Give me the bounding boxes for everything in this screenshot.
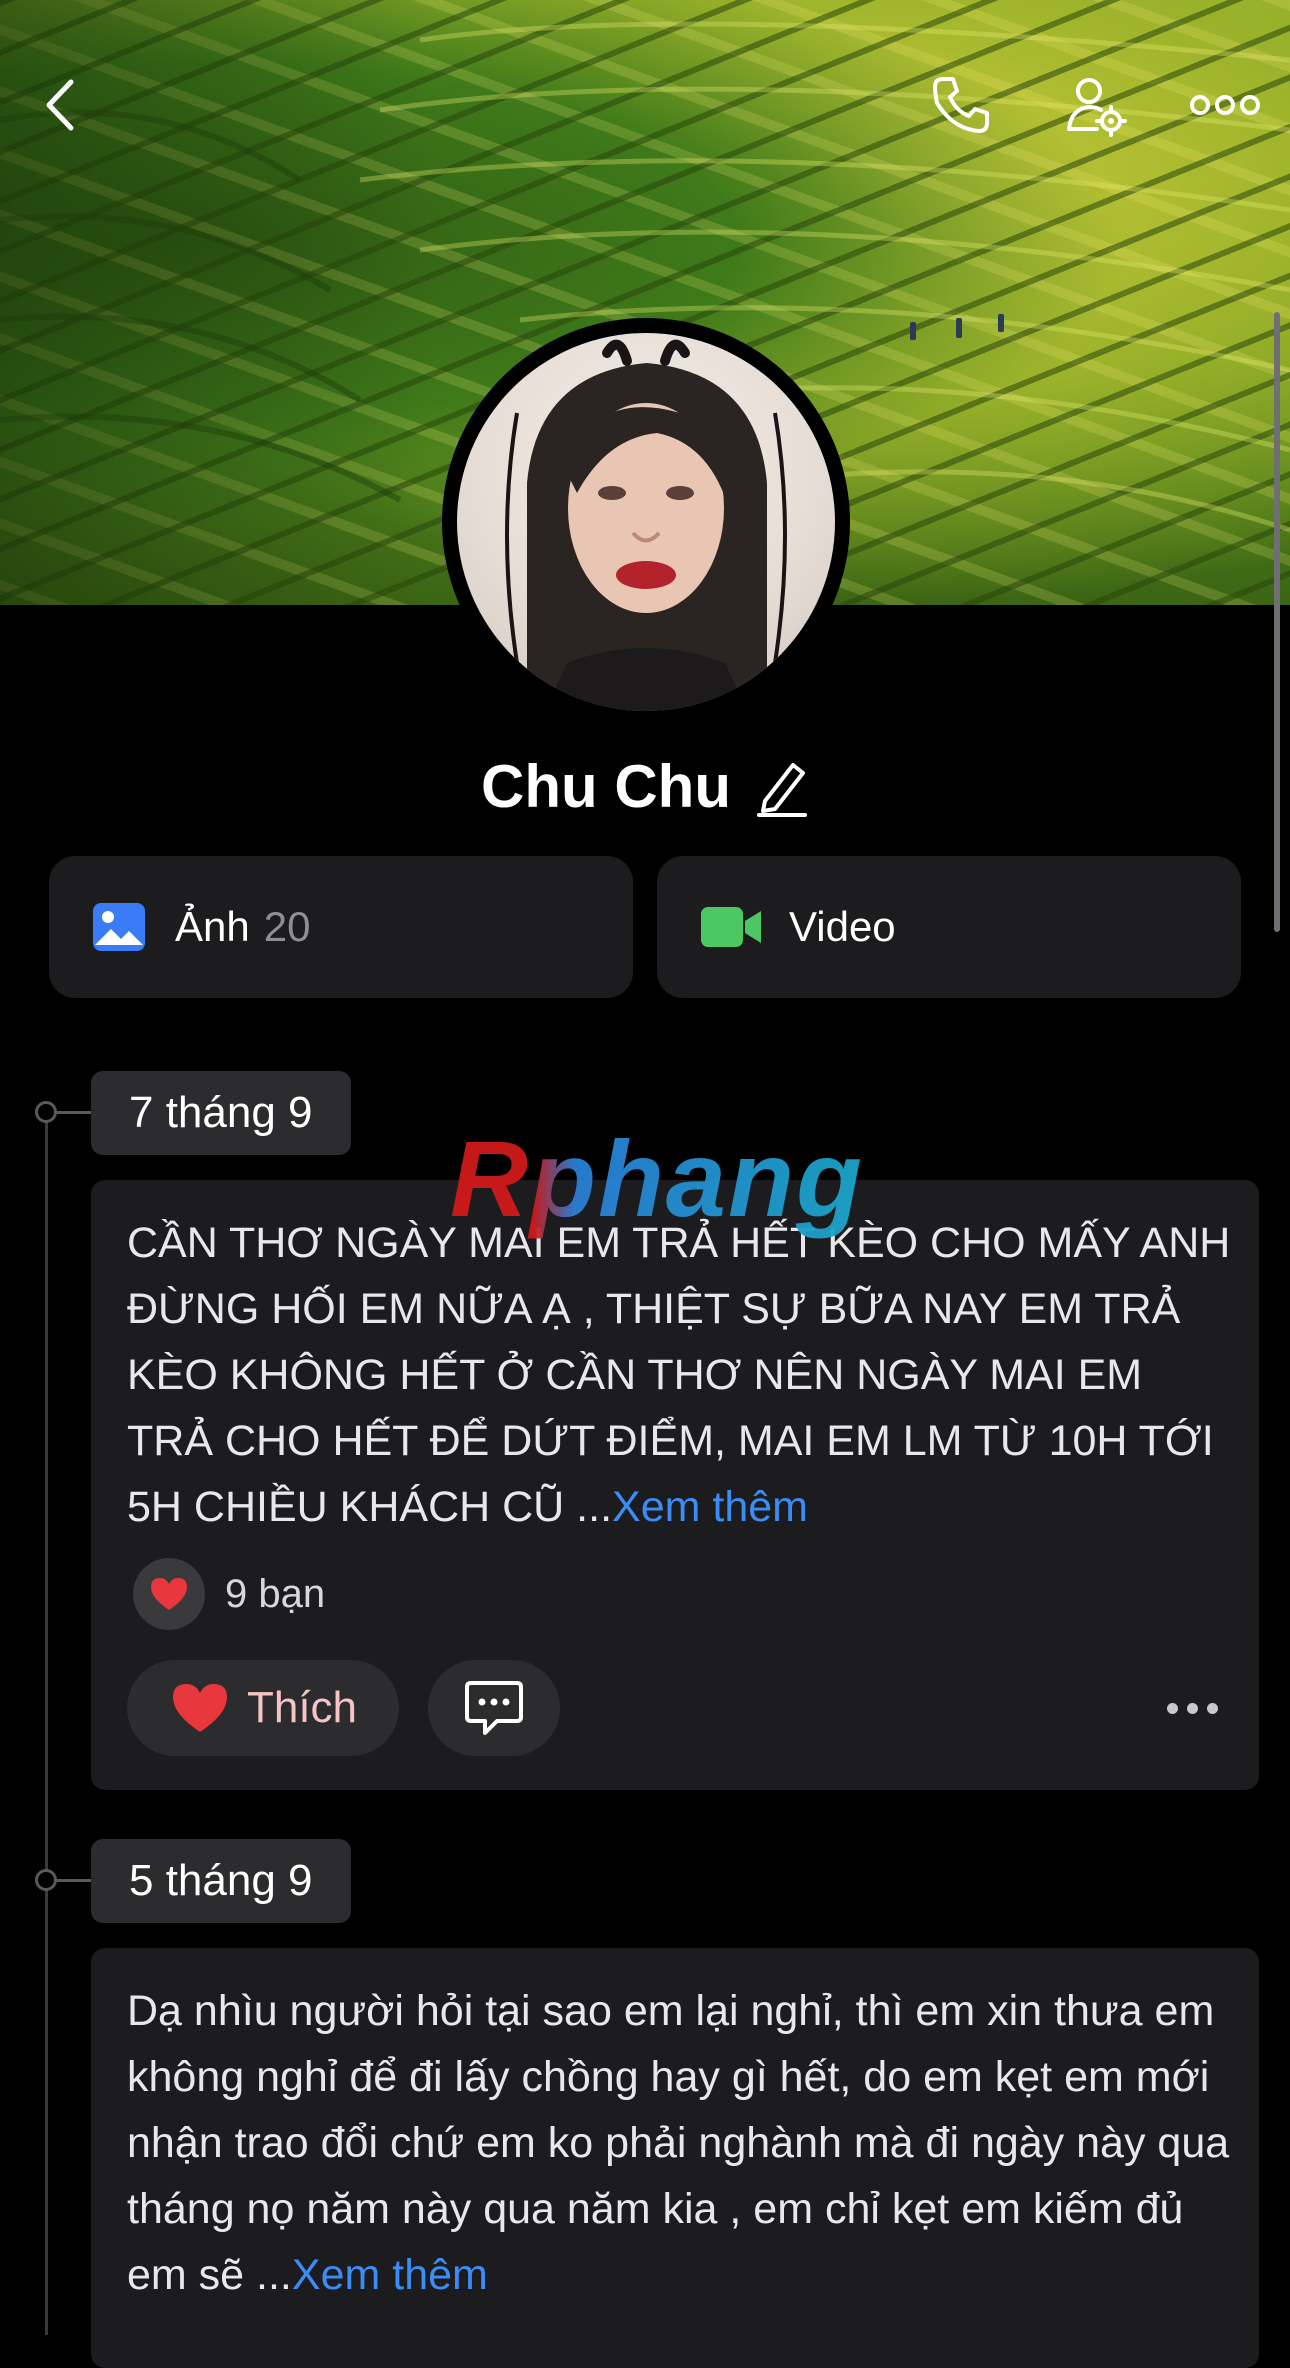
video-camera-icon	[701, 907, 761, 947]
phone-icon	[933, 77, 989, 133]
avatar-photo	[457, 333, 835, 711]
photos-button[interactable]: Ảnh 20	[49, 856, 633, 998]
profile-settings-button[interactable]	[1060, 70, 1130, 140]
comment-icon	[465, 1681, 523, 1735]
profile-name: Chu Chu	[481, 753, 731, 820]
comment-button[interactable]	[428, 1660, 560, 1756]
like-label: Thích	[246, 1683, 358, 1732]
post-more-button[interactable]	[1167, 1703, 1218, 1714]
heart-reaction	[133, 1558, 205, 1630]
more-horizontal-icon	[1190, 95, 1260, 115]
more-button[interactable]	[1190, 70, 1260, 140]
pencil-icon[interactable]	[753, 757, 809, 817]
dot	[1207, 1703, 1218, 1714]
reaction-count: 9 bạn	[225, 1571, 326, 1616]
post-date: 7 tháng 9	[91, 1071, 351, 1155]
avatar[interactable]	[442, 318, 850, 726]
user-gear-icon	[1067, 78, 1127, 137]
photos-count: 20	[263, 903, 311, 950]
see-more-link[interactable]: Xem thêm	[612, 1483, 808, 1531]
post-text[interactable]: Dạ nhìu người hỏi tại sao em lại nghỉ, t…	[127, 1978, 1237, 2308]
dot	[1167, 1703, 1178, 1714]
avatar-portrait	[505, 339, 787, 711]
photo-icon	[93, 903, 145, 951]
see-more-link[interactable]: Xem thêm	[292, 2251, 488, 2299]
reaction-summary[interactable]: 9 bạn	[133, 1558, 325, 1630]
post-text[interactable]: CẦN THƠ NGÀY MAI EM TRẢ HẾT KÈO CHO MẤY …	[127, 1210, 1237, 1540]
timeline-dot	[35, 1869, 57, 1891]
post-date: 5 tháng 9	[91, 1839, 351, 1923]
timeline-tick	[57, 1879, 91, 1882]
video-button[interactable]: Video	[657, 856, 1241, 998]
scrollbar[interactable]	[1274, 312, 1280, 932]
back-button[interactable]	[26, 70, 96, 140]
timeline-tick	[57, 1111, 91, 1114]
chevron-left-icon	[46, 79, 74, 131]
post-card[interactable]: CẦN THƠ NGÀY MAI EM TRẢ HẾT KÈO CHO MẤY …	[91, 1180, 1259, 1790]
heart-icon	[151, 1578, 187, 1610]
watermark-logo: Rphang	[450, 1118, 864, 1239]
like-button[interactable]: Thích	[127, 1660, 399, 1756]
post-card[interactable]: Dạ nhìu người hỏi tại sao em lại nghỉ, t…	[91, 1948, 1259, 2368]
dot	[1187, 1703, 1198, 1714]
photos-label: Ảnh	[175, 903, 250, 950]
timeline-line	[45, 1112, 48, 2335]
timeline-dot	[35, 1101, 57, 1123]
profile-name-row: Chu Chu	[0, 752, 1290, 821]
call-button[interactable]	[926, 70, 996, 140]
video-label: Video	[789, 903, 896, 950]
heart-icon	[172, 1684, 227, 1732]
